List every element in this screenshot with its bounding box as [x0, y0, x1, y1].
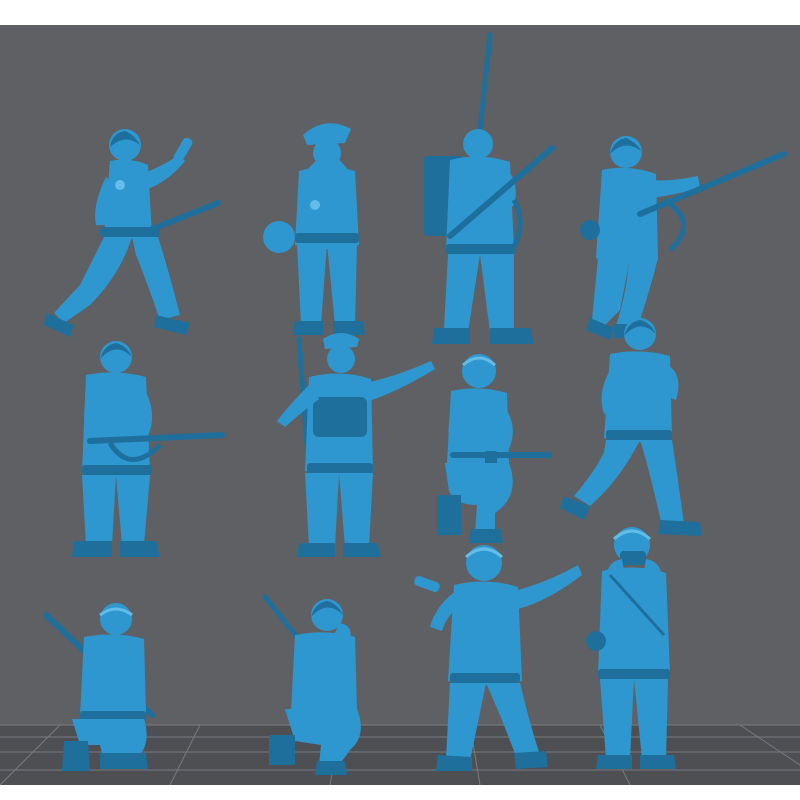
miniature-kneeling-soldier-rifle-shoulder[interactable] — [40, 595, 170, 780]
miniature-radioman-rifle-antenna[interactable] — [410, 30, 570, 350]
miniature-soldier-rifle-port-arms[interactable] — [50, 335, 230, 565]
miniature-soldier-pointing-grenade[interactable] — [410, 535, 585, 780]
miniature-kneeling-soldier-hand-to-face[interactable] — [255, 585, 375, 780]
miniature-soldier-cap-pointing[interactable] — [265, 325, 440, 565]
miniature-soldier-throwing-grenade[interactable] — [40, 125, 230, 345]
miniature-kneeling-soldier-smg[interactable] — [425, 345, 555, 550]
miniature-officer-peaked-cap-binoculars[interactable] — [255, 115, 395, 345]
miniature-soldier-with-binoculars[interactable] — [580, 515, 690, 780]
3d-viewport[interactable] — [0, 25, 800, 785]
miniature-soldier-crouching-advance[interactable] — [560, 310, 710, 550]
